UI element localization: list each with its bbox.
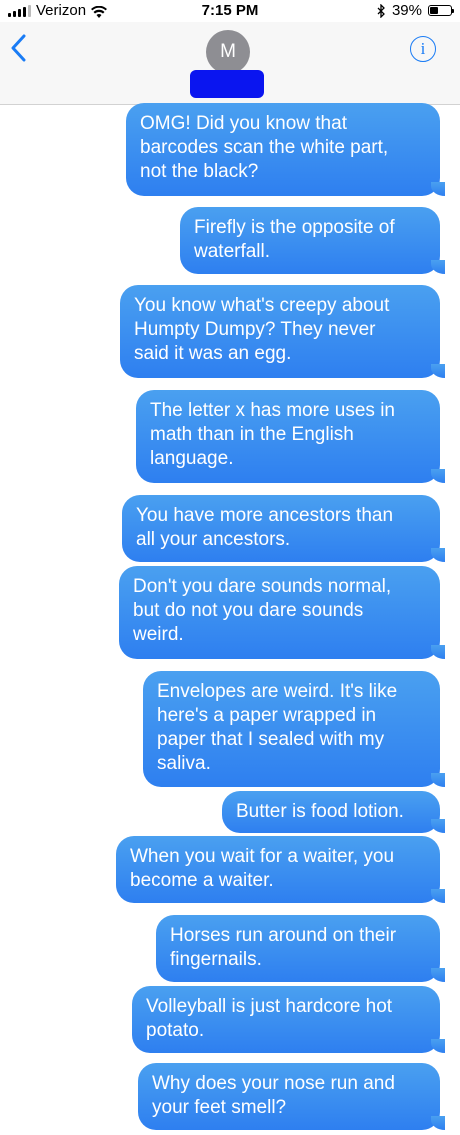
battery-percent: 39% [391,2,422,19]
message-bubble[interactable]: Butter is food lotion. [222,791,445,833]
message-bubble[interactable]: Don't you dare sounds normal, but do not… [119,566,445,659]
message-bubble[interactable]: Horses run around on their fingernails. [156,915,445,982]
info-icon[interactable]: i [421,39,426,59]
contact-name-redacted[interactable] [190,70,264,98]
back-button[interactable] [10,34,26,67]
message-bubble[interactable]: Why does your nose run and your feet sme… [138,1063,445,1130]
contact-avatar[interactable]: M [206,30,250,74]
message-bubble[interactable]: Firefly is the opposite of waterfall. [180,207,445,274]
battery-icon [428,5,454,16]
chevron-left-icon[interactable] [10,33,26,69]
info-button[interactable]: i [410,36,436,62]
conversation-header: M i [0,22,460,105]
message-bubble[interactable]: When you wait for a waiter, you become a… [116,836,445,903]
message-bubble[interactable]: Envelopes are weird. It's like here's a … [143,671,445,787]
status-right: 39% [377,2,454,19]
message-bubble[interactable]: The letter x has more uses in math than … [136,390,445,483]
battery-level-fill [430,7,438,14]
message-bubble[interactable]: OMG! Did you know that barcodes scan the… [126,103,445,196]
message-bubble[interactable]: Volleyball is just hardcore hot potato. [132,986,445,1053]
message-bubble[interactable]: You know what's creepy about Humpty Dump… [120,285,445,378]
status-bar: Verizon 7:15 PM 39% [0,0,460,22]
bluetooth-icon [377,2,386,19]
message-bubble[interactable]: You have more ancestors than all your an… [122,495,445,562]
